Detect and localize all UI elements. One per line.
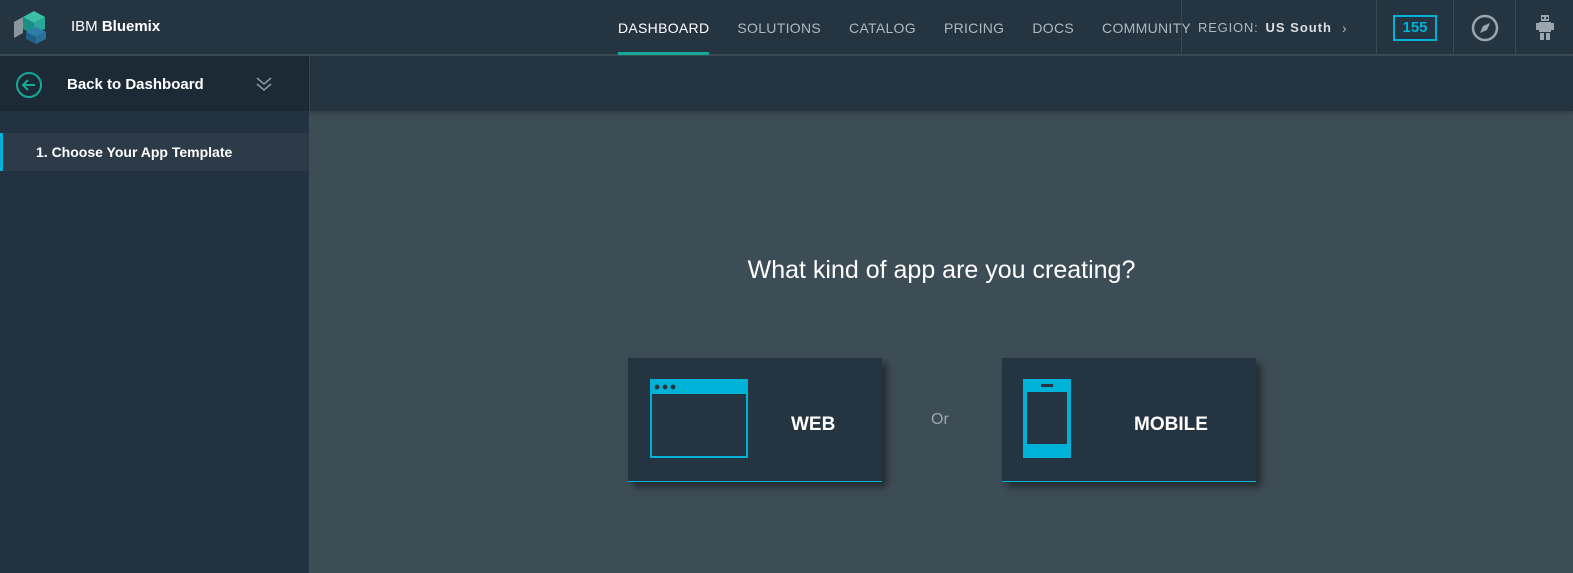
step-choose-app-template[interactable]: 1. Choose Your App Template — [0, 133, 309, 171]
chevron-right-icon: › — [1342, 19, 1348, 36]
avatar-cell[interactable] — [1515, 0, 1573, 55]
mobile-phone-icon — [1023, 379, 1071, 458]
nav-pricing[interactable]: PRICING — [930, 0, 1018, 55]
compass-cell[interactable] — [1453, 0, 1515, 55]
back-to-dashboard-label: Back to Dashboard — [67, 76, 204, 93]
avatar-icon[interactable] — [1534, 13, 1556, 43]
compass-icon[interactable] — [1471, 14, 1499, 42]
bluemix-logo[interactable] — [10, 8, 50, 46]
brand-title[interactable]: IBM Bluemix — [71, 18, 160, 35]
region-label: REGION: — [1198, 20, 1259, 35]
arrow-left-circle-icon[interactable] — [15, 71, 43, 99]
notifications-cell[interactable]: 155 — [1376, 0, 1453, 55]
main-toolbar-band — [310, 56, 1573, 111]
web-app-option[interactable]: WEB — [628, 358, 882, 482]
left-sidebar: Back to Dashboard 1. Choose Your App Tem… — [0, 56, 309, 573]
step-label: 1. Choose Your App Template — [36, 144, 233, 160]
page-question: What kind of app are you creating? — [747, 256, 1136, 284]
region-value: US South — [1265, 20, 1332, 35]
back-to-dashboard[interactable]: Back to Dashboard — [0, 56, 309, 111]
brand-prefix: IBM — [71, 18, 98, 35]
mobile-option-label: MOBILE — [1134, 414, 1208, 435]
brand-name: Bluemix — [101, 18, 161, 35]
double-chevron-down-icon[interactable] — [254, 74, 274, 94]
web-option-label: WEB — [791, 414, 836, 435]
main-nav: DASHBOARD SOLUTIONS CATALOG PRICING DOCS… — [604, 0, 1205, 55]
notification-count-badge[interactable]: 155 — [1393, 14, 1437, 41]
nav-docs[interactable]: DOCS — [1018, 0, 1088, 55]
top-header: IBM Bluemix DASHBOARD SOLUTIONS CATALOG … — [0, 0, 1573, 55]
nav-solutions[interactable]: SOLUTIONS — [723, 0, 835, 55]
nav-dashboard[interactable]: DASHBOARD — [604, 0, 723, 55]
region-selector[interactable]: REGION: US South › — [1181, 0, 1376, 55]
mobile-app-option[interactable]: MOBILE — [1002, 358, 1256, 482]
browser-window-icon — [650, 379, 748, 458]
nav-catalog[interactable]: CATALOG — [835, 0, 930, 55]
or-separator: Or — [931, 411, 949, 428]
